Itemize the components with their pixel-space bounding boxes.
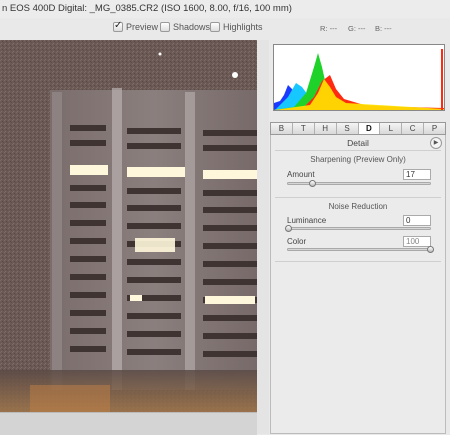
separator — [275, 261, 441, 262]
detail-panel: Detail ▶ Sharpening (Preview Only) Amoun… — [270, 135, 446, 434]
histogram — [273, 44, 445, 111]
luminance-field[interactable]: 0 — [403, 215, 431, 226]
tab-presets[interactable]: P — [424, 123, 445, 134]
tab-basic[interactable]: B — [271, 123, 293, 134]
window-title: n EOS 400D Digital: _MG_0385.CR2 (ISO 16… — [2, 3, 292, 14]
tab-lens[interactable]: L — [380, 123, 403, 134]
red-readout: R: --- — [320, 24, 338, 33]
noise-reduction-title: Noise Reduction — [328, 202, 388, 211]
tab-tone-curve[interactable]: T — [293, 123, 315, 134]
highlights-checkbox-label: Highlights — [223, 22, 263, 32]
separator — [275, 150, 441, 151]
luminance-slider-thumb[interactable] — [285, 225, 292, 232]
preview-checkbox-box[interactable] — [113, 20, 123, 32]
sharpening-title: Sharpening (Preview Only) — [310, 155, 406, 164]
image-preview[interactable] — [0, 40, 257, 412]
preview-checkbox[interactable]: Preview — [113, 20, 159, 32]
highlights-checkbox[interactable]: Highlights — [210, 22, 263, 32]
luminance-slider[interactable] — [285, 225, 431, 232]
preview-checkbox-label: Preview — [126, 22, 159, 32]
amount-field[interactable]: 17 — [403, 169, 431, 180]
tab-hsl[interactable]: H — [315, 123, 337, 134]
panel-tabs: B T H S D L C P — [270, 122, 446, 135]
color-slider-thumb[interactable] — [427, 246, 434, 253]
amount-slider[interactable] — [287, 180, 431, 187]
tab-calibration[interactable]: C — [402, 123, 425, 134]
amount-label: Amount — [287, 170, 315, 179]
panel-divider — [257, 40, 269, 434]
preview-bottom-bar — [0, 412, 257, 435]
tab-split-toning[interactable]: S — [337, 123, 359, 134]
panel-menu-icon[interactable]: ▶ — [430, 137, 442, 149]
color-field[interactable]: 100 — [403, 236, 431, 247]
histogram-graph — [274, 45, 444, 110]
color-label: Color — [287, 237, 307, 246]
separator — [275, 197, 441, 198]
green-readout: G: --- — [348, 24, 366, 33]
shadows-checkbox[interactable]: Shadows — [160, 22, 210, 32]
highlights-checkbox-box[interactable] — [210, 22, 220, 32]
preview-photo — [0, 40, 257, 412]
amount-slider-thumb[interactable] — [309, 180, 317, 187]
window-title-bar: n EOS 400D Digital: _MG_0385.CR2 (ISO 16… — [0, 0, 450, 18]
tab-detail[interactable]: D — [358, 123, 381, 134]
panel-title: Detail — [347, 138, 369, 148]
luminance-label: Luminance — [287, 216, 327, 225]
shadows-checkbox-box[interactable] — [160, 22, 170, 32]
blue-readout: B: --- — [375, 24, 392, 33]
shadows-checkbox-label: Shadows — [173, 22, 211, 32]
color-slider[interactable] — [287, 246, 434, 253]
